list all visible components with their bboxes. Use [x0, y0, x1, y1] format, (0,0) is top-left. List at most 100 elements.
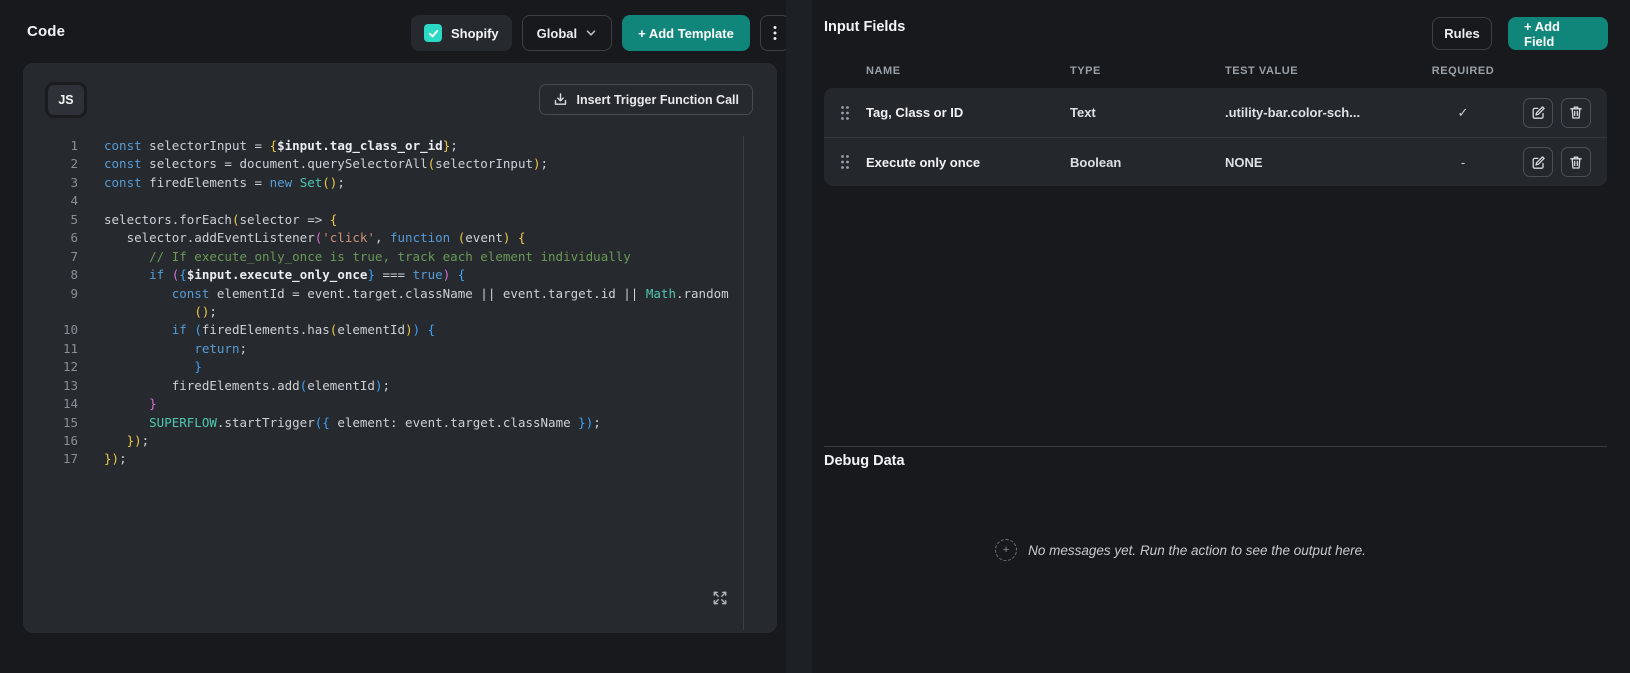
code-line[interactable]: 13 firedElements.add(elementId); [23, 377, 737, 395]
trash-icon [1569, 155, 1583, 170]
code-text: if ({$input.execute_only_once} === true)… [149, 267, 466, 283]
line-number: 12 [62, 359, 78, 375]
code-line[interactable]: 12 } [23, 358, 737, 376]
edit-field-button[interactable] [1523, 147, 1553, 177]
drag-handle-icon[interactable] [840, 105, 866, 121]
code-line[interactable]: 5 selectors.forEach(selector => { [23, 211, 737, 229]
input-fields-title: Input Fields [824, 19, 906, 35]
trash-icon [1569, 105, 1583, 120]
code-toolbar: Shopify Global + Add Template [411, 15, 790, 51]
field-type: Text [1070, 105, 1096, 120]
line-number: 1 [70, 138, 78, 153]
code-text: const firedElements = new Set(); [104, 174, 345, 190]
line-number: 10 [62, 322, 78, 338]
add-template-button[interactable]: + Add Template [622, 15, 750, 51]
debug-data-title: Debug Data [824, 453, 905, 469]
code-line[interactable]: 6 selector.addEventListener('click', fun… [23, 229, 737, 247]
field-actions [1511, 147, 1591, 177]
code-text: if (firedElements.has(elementId)) { [171, 322, 436, 338]
fields-table: Tag, Class or ID Text .utility-bar.color-s… [824, 88, 1607, 186]
column-header-required: REQUIRED [1431, 65, 1495, 77]
code-line[interactable]: 1 const selectorInput = {$input.tag_class… [23, 137, 737, 155]
line-number: 17 [62, 451, 78, 467]
field-name: Tag, Class or ID [866, 105, 964, 120]
code-text: // If execute_only_once is true, track e… [104, 248, 631, 264]
code-line[interactable]: 3 const firedElements = new Set(); [23, 174, 737, 192]
code-line[interactable]: 4 [23, 192, 737, 210]
scope-dropdown[interactable]: Global [521, 15, 613, 51]
fields-toolbar: Rules + Add Field [1432, 17, 1608, 50]
drag-handle-icon[interactable] [840, 154, 866, 170]
field-test-value: NONE [1225, 154, 1263, 170]
code-line[interactable]: 11 return; [23, 340, 737, 358]
line-number: 11 [62, 340, 78, 356]
code-line[interactable]: 7 // If execute_only_once is true, track… [23, 248, 737, 266]
code-text: selector.addEventListener('click', funct… [104, 230, 526, 246]
line-number: 3 [70, 174, 78, 190]
code-line[interactable]: (); [23, 303, 737, 321]
add-field-label: + Add Field [1524, 18, 1560, 49]
code-text: const elementId = event.target.className… [171, 285, 729, 301]
edit-pencil-icon [1531, 155, 1546, 170]
line-number: 16 [62, 433, 78, 448]
line-number: 15 [62, 414, 78, 430]
line-number: 6 [70, 230, 78, 246]
code-text: SUPERFLOW.startTrigger({ element: event.… [149, 414, 601, 430]
line-number: 2 [70, 156, 78, 172]
panel-divider-gutter [786, 0, 812, 673]
line-number: 8 [70, 267, 78, 283]
language-badge-label: JS [58, 93, 74, 107]
insert-download-icon [553, 92, 568, 107]
field-actions [1511, 97, 1591, 128]
line-number [23, 303, 78, 321]
insert-trigger-button[interactable]: Insert Trigger Function Call [539, 84, 753, 115]
sparkle-dotted-icon: + [995, 539, 1018, 561]
line-number: 9 [70, 285, 78, 301]
edit-field-button[interactable] [1523, 97, 1553, 128]
editor-scrollbar-track[interactable] [743, 136, 744, 630]
delete-field-button[interactable] [1561, 97, 1591, 128]
add-template-label: + Add Template [638, 25, 734, 41]
insert-trigger-label: Insert Trigger Function Call [576, 92, 739, 107]
code-text: const selectors = document.querySelector… [104, 156, 549, 172]
field-test-value: .utility-bar.color-sch... [1225, 105, 1361, 120]
code-editor-panel: JS Insert Trigger Function Call 1 const s… [23, 63, 777, 633]
shopify-label: Shopify [451, 25, 499, 41]
code-text: }); [104, 451, 127, 467]
field-row[interactable]: Tag, Class or ID Text .utility-bar.color-s… [824, 88, 1607, 137]
line-number: 7 [70, 248, 78, 264]
code-line[interactable]: 15 SUPERFLOW.startTrigger({ element: eve… [23, 414, 737, 432]
field-type: Boolean [1070, 154, 1122, 170]
code-line[interactable]: 14 } [23, 395, 737, 413]
column-header-test-value: TEST VALUE [1225, 65, 1299, 77]
field-required: ✓ [1457, 104, 1469, 120]
code-line[interactable]: 9 const elementId = event.target.classNa… [23, 285, 737, 303]
scope-value: Global [536, 25, 578, 41]
shopify-checkbox[interactable]: Shopify [411, 15, 512, 51]
code-line[interactable]: 16 }); [23, 432, 737, 450]
add-field-button[interactable]: + Add Field [1508, 17, 1608, 50]
edit-pencil-icon [1531, 105, 1546, 120]
code-line[interactable]: 2 const selectors = document.querySelecto… [23, 155, 737, 173]
line-number: 5 [70, 211, 78, 227]
code-text: } [149, 396, 157, 412]
code-text: (); [194, 303, 217, 319]
kebab-menu-icon [773, 25, 777, 41]
code-line[interactable]: 8 if ({$input.execute_only_once} === tru… [23, 266, 737, 284]
code-text: selectors.forEach(selector => { [104, 211, 338, 227]
field-required: - [1460, 154, 1466, 170]
code-text: }); [126, 433, 150, 448]
code-line[interactable]: 10 if (firedElements.has(elementId)) { [23, 321, 737, 339]
language-badge: JS [45, 82, 87, 118]
fullscreen-expand-icon[interactable] [712, 590, 728, 606]
debug-section-divider [824, 446, 1607, 447]
rules-label: Rules [1444, 26, 1480, 41]
code-line[interactable]: 17}); [23, 450, 737, 468]
delete-field-button[interactable] [1561, 147, 1591, 177]
code-lines[interactable]: 1 const selectorInput = {$input.tag_class… [23, 137, 737, 469]
check-icon[interactable] [424, 24, 442, 42]
debug-empty-state: + No messages yet. Run the action to see… [789, 539, 1572, 561]
code-text: return; [194, 340, 247, 356]
rules-button[interactable]: Rules [1432, 17, 1492, 50]
field-row[interactable]: Execute only once Boolean NONE - [824, 137, 1607, 186]
